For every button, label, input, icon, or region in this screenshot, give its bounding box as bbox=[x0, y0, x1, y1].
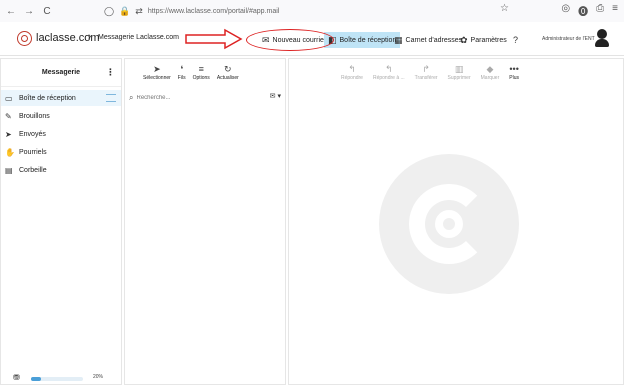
watermark-dot bbox=[435, 210, 463, 238]
settings-label: Paramètres bbox=[470, 36, 507, 44]
folder-label: Boîte de réception bbox=[19, 94, 76, 102]
hand-icon: ✋ bbox=[5, 147, 15, 157]
address-bar[interactable]: ◯ 🔒 ⇄ https://www.laclasse.com/portail/#… bbox=[104, 4, 279, 18]
drag-handle-icon[interactable] bbox=[106, 94, 116, 102]
avatar-body bbox=[595, 39, 609, 47]
filter-dropdown-icon[interactable]: ✉ ▾ bbox=[270, 92, 281, 100]
mark-button[interactable]: ◆ Marquer bbox=[481, 63, 500, 81]
message-view-panel: ↰ Répondre ↰ Répondre à ... ↱ Transférer… bbox=[288, 58, 624, 385]
forward-button[interactable]: ↱ Transférer bbox=[415, 63, 438, 81]
forward-label: Transférer bbox=[414, 75, 438, 81]
kebab-menu-icon[interactable]: ⋮ bbox=[106, 67, 115, 78]
quota-fill bbox=[31, 377, 42, 381]
reply-all-icon: ↰ bbox=[385, 64, 393, 74]
reply-button[interactable]: ↰ Répondre bbox=[341, 63, 363, 81]
message-list-panel: ➤ Sélectionner ❛ Fils ≡ Options ↻ Actual… bbox=[124, 58, 286, 385]
tag-icon: ◆ bbox=[486, 64, 494, 74]
account-icon[interactable]: ⓿ bbox=[578, 3, 588, 18]
annotation-arrow-shape bbox=[185, 28, 243, 50]
options-button[interactable]: ≡ Options bbox=[193, 63, 210, 81]
folder-label: Corbeille bbox=[19, 166, 47, 174]
folder-inbox[interactable]: ▭ Boîte de réception bbox=[1, 90, 121, 106]
reply-all-label: Répondre à ... bbox=[372, 75, 405, 81]
laclasse-logo-icon[interactable] bbox=[17, 31, 32, 46]
browser-actions: ◎ ⓿ ⎙ ≡ bbox=[561, 3, 618, 18]
breadcrumb: Messagerie Laclasse.com bbox=[98, 34, 179, 41]
options-label: Options bbox=[192, 75, 210, 81]
reply-label: Répondre bbox=[341, 75, 363, 81]
permissions-icon[interactable]: ⇄ bbox=[135, 6, 143, 17]
more-button[interactable]: ••• Plus bbox=[509, 63, 519, 81]
reply-icon: ↰ bbox=[348, 64, 356, 74]
gear-icon: ✿ bbox=[460, 34, 468, 45]
folder-drafts[interactable]: ✎ Brouillons bbox=[1, 108, 121, 124]
addressbook-label: Carnet d'adresses bbox=[405, 36, 463, 44]
threads-button[interactable]: ❛ Fils bbox=[178, 63, 186, 81]
quota-bar bbox=[31, 377, 83, 381]
app-root: ← → C ◯ 🔒 ⇄ https://www.laclasse.com/por… bbox=[0, 0, 624, 385]
message-toolbar: ↰ Répondre ↰ Répondre à ... ↱ Transférer… bbox=[341, 63, 519, 91]
delete-icon: ▥ bbox=[454, 64, 464, 74]
folders-title: Messagerie bbox=[1, 59, 121, 87]
browser-toolbar: ← → C ◯ 🔒 ⇄ https://www.laclasse.com/por… bbox=[0, 0, 624, 22]
help-icon: ? bbox=[513, 35, 519, 45]
storage-icon: ⛃ bbox=[13, 373, 20, 382]
folders-panel: Messagerie ⋮ ▭ Boîte de réception ✎ Brou… bbox=[0, 58, 122, 385]
search-input[interactable] bbox=[136, 95, 257, 101]
pointer-icon: ➤ bbox=[153, 64, 161, 74]
select-button[interactable]: ➤ Sélectionner bbox=[143, 63, 171, 81]
inbox-button[interactable]: ◧ Boîte de réception bbox=[324, 32, 401, 48]
select-label: Sélectionner bbox=[143, 75, 171, 81]
folder-spam[interactable]: ✋ Pourriels bbox=[1, 144, 121, 160]
watermark-logo-icon bbox=[379, 154, 519, 294]
addressbook-button[interactable]: ▦ Carnet d'adresses bbox=[394, 33, 462, 47]
threads-label: Fils bbox=[177, 75, 186, 81]
extensions-icon[interactable]: ⎙ bbox=[596, 3, 604, 18]
menu-icon[interactable]: ≡ bbox=[612, 3, 618, 18]
paper-plane-icon: ➤ bbox=[5, 129, 12, 139]
chevron-right-icon: › bbox=[88, 31, 92, 42]
reload-icon[interactable]: C bbox=[40, 6, 54, 17]
url-text[interactable]: https://www.laclasse.com/portail/#app.ma… bbox=[148, 8, 280, 15]
annotation-arrow bbox=[185, 28, 243, 50]
shield-icon[interactable]: ◯ bbox=[104, 6, 114, 17]
inbox-label: Boîte de réception bbox=[339, 36, 397, 44]
delete-label: Supprimer bbox=[447, 75, 471, 81]
reply-all-button[interactable]: ↰ Répondre à ... bbox=[373, 63, 405, 81]
more-icon: ••• bbox=[509, 64, 519, 74]
options-icon: ≡ bbox=[198, 64, 204, 74]
search-icon: ⌕ bbox=[129, 93, 134, 102]
refresh-icon: ↻ bbox=[224, 64, 232, 74]
mark-label: Marquer bbox=[480, 75, 500, 81]
user-name[interactable]: Administrateur de l'ENT bbox=[542, 36, 595, 42]
lock-icon: 🔒 bbox=[119, 5, 131, 16]
forward-icon[interactable]: → bbox=[22, 6, 36, 17]
avatar[interactable] bbox=[594, 28, 610, 48]
help-button[interactable]: ? bbox=[513, 33, 521, 47]
avatar-head bbox=[597, 29, 607, 39]
folder-sent[interactable]: ➤ Envoyés bbox=[1, 126, 121, 142]
refresh-label: Actualiser bbox=[216, 75, 239, 81]
back-icon[interactable]: ← bbox=[4, 6, 18, 17]
more-label: Plus bbox=[509, 75, 519, 81]
forward-icon: ↱ bbox=[422, 64, 430, 74]
inbox-icon: ▭ bbox=[5, 93, 13, 103]
folder-label: Pourriels bbox=[19, 148, 47, 156]
pocket-icon[interactable]: ◎ bbox=[561, 3, 570, 18]
settings-button[interactable]: ✿ Paramètres bbox=[460, 33, 507, 47]
folder-label: Brouillons bbox=[19, 112, 50, 120]
refresh-button[interactable]: ↻ Actualiser bbox=[217, 63, 239, 81]
list-toolbar: ➤ Sélectionner ❛ Fils ≡ Options ↻ Actual… bbox=[143, 63, 239, 91]
delete-button[interactable]: ▥ Supprimer bbox=[448, 63, 471, 81]
addressbook-icon: ▦ bbox=[394, 34, 403, 45]
threads-icon: ❛ bbox=[180, 64, 184, 74]
search-box: ⌕ ✉ ▾ bbox=[129, 91, 283, 105]
annotation-ellipse bbox=[246, 29, 334, 51]
folder-label: Envoyés bbox=[19, 130, 46, 138]
quota-percent: 20% bbox=[93, 374, 104, 380]
bookmark-star-icon[interactable]: ☆ bbox=[500, 3, 509, 14]
pencil-icon: ✎ bbox=[5, 111, 12, 121]
folder-trash[interactable]: ▤ Corbeille bbox=[1, 162, 121, 178]
trash-icon: ▤ bbox=[5, 165, 13, 175]
